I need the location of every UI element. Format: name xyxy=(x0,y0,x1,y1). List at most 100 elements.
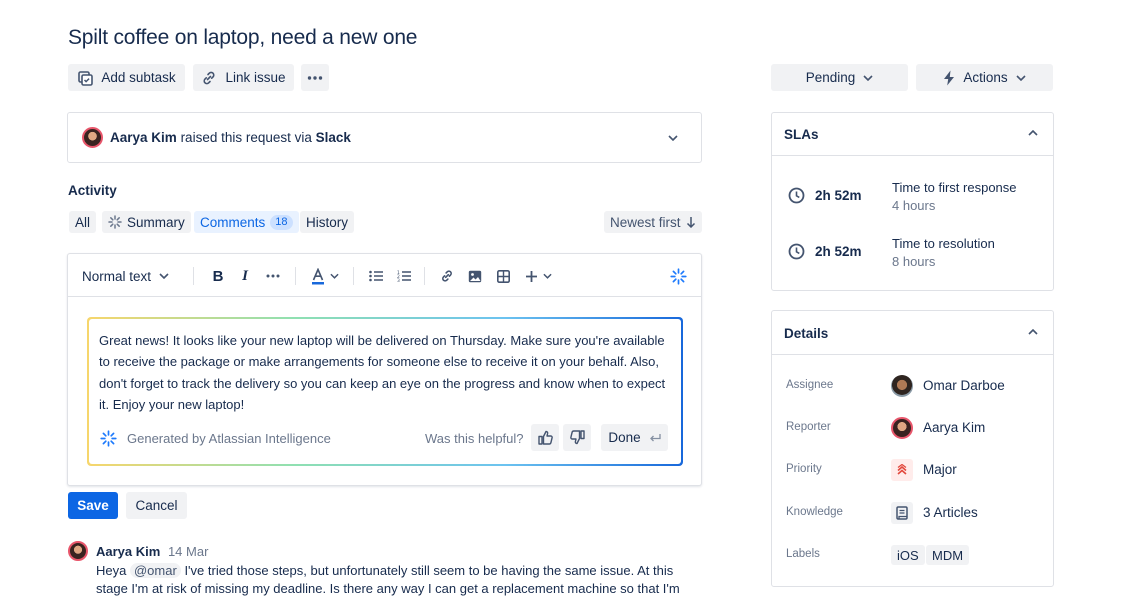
details-heading: Details xyxy=(784,326,829,341)
label-tag[interactable]: MDM xyxy=(926,545,970,565)
insert-plus-icon[interactable] xyxy=(523,265,553,287)
actions-label: Actions xyxy=(963,70,1008,85)
cancel-button[interactable]: Cancel xyxy=(126,492,187,519)
activity-heading: Activity xyxy=(68,183,117,198)
status-dropdown[interactable]: Pending xyxy=(771,64,908,91)
more-actions-button[interactable] xyxy=(301,64,329,91)
ai-generated-text[interactable]: Great news! It looks like your new lapto… xyxy=(99,330,671,415)
chevron-up-icon[interactable] xyxy=(1028,130,1038,136)
link-issue-label: Link issue xyxy=(225,70,286,85)
comment-body-line-2: stage I'm at risk of missing my deadline… xyxy=(96,581,680,596)
done-button[interactable]: Done xyxy=(601,424,668,451)
comment-body-line-1: I've tried those steps, but unfortunatel… xyxy=(184,563,674,578)
thumbs-down-button[interactable] xyxy=(563,424,591,451)
avatar xyxy=(82,127,103,148)
helpful-prompt: Was this helpful? xyxy=(425,431,524,446)
bold-icon[interactable]: B xyxy=(210,266,226,286)
filter-all[interactable]: All xyxy=(69,211,97,233)
svg-text:3: 3 xyxy=(397,278,400,282)
book-icon xyxy=(891,502,913,524)
more-formatting-icon[interactable] xyxy=(264,266,282,286)
reporter-label: Reporter xyxy=(786,421,831,433)
request-channel: Slack xyxy=(315,130,351,145)
chevron-up-icon[interactable] xyxy=(1028,329,1038,335)
enter-key-icon xyxy=(649,433,661,443)
subtask-icon xyxy=(77,70,94,86)
clock-icon xyxy=(788,243,805,260)
knowledge-label: Knowledge xyxy=(786,506,843,518)
thumbs-up-icon xyxy=(537,430,553,445)
toolbar-separator xyxy=(295,267,296,285)
sla-goal: 8 hours xyxy=(892,254,936,269)
actions-dropdown[interactable]: Actions xyxy=(916,64,1053,91)
sla-goal: 4 hours xyxy=(892,198,936,213)
sla-label: Time to resolution xyxy=(892,236,995,251)
chevron-down-icon[interactable] xyxy=(668,135,678,141)
comment-line-1: Heya @omar I've tried those steps, but u… xyxy=(96,563,673,578)
request-summary-card[interactable]: Aarya Kim raised this request via Slack xyxy=(67,112,702,163)
toolbar-separator xyxy=(424,267,425,285)
comment-greeting: Heya xyxy=(96,563,127,578)
comments-count-badge: 18 xyxy=(270,214,293,230)
bullet-list-icon[interactable] xyxy=(368,266,384,286)
text-style-label: Normal text xyxy=(82,268,152,284)
more-icon xyxy=(307,75,323,80)
panel-divider xyxy=(772,155,1053,156)
toolbar-separator xyxy=(353,267,354,285)
image-icon[interactable] xyxy=(467,266,483,286)
avatar xyxy=(68,541,88,561)
priority-label: Priority xyxy=(786,463,822,475)
save-button[interactable]: Save xyxy=(68,492,118,519)
slas-panel: SLAs 2h 52m Time to first response 4 hou… xyxy=(771,112,1054,291)
lightning-icon xyxy=(943,70,955,86)
reporter-value[interactable]: Aarya Kim xyxy=(923,420,985,435)
add-subtask-button[interactable]: Add subtask xyxy=(68,64,185,91)
link-icon xyxy=(201,70,217,86)
clock-icon xyxy=(788,187,805,204)
ai-suggestion-box: Great news! It looks like your new lapto… xyxy=(87,317,683,466)
slas-heading: SLAs xyxy=(784,127,819,142)
text-color-icon[interactable] xyxy=(310,265,340,287)
issue-title: Spilt coffee on laptop, need a new one xyxy=(68,26,418,49)
comment-date: 14 Mar xyxy=(167,544,209,559)
mention-chip[interactable]: @omar xyxy=(129,563,181,578)
sort-label: Newest first xyxy=(610,214,681,230)
ai-sparkle-icon xyxy=(100,430,117,447)
labels-label: Labels xyxy=(786,548,820,560)
add-subtask-label: Add subtask xyxy=(101,70,176,85)
priority-value[interactable]: Major xyxy=(923,462,957,477)
filter-comments-label: Comments xyxy=(200,214,266,230)
reporter-name: Aarya Kim xyxy=(110,130,177,145)
sort-button[interactable]: Newest first xyxy=(604,211,702,233)
italic-icon[interactable]: I xyxy=(237,266,253,286)
priority-major-icon xyxy=(891,459,913,481)
filter-summary-label: Summary xyxy=(127,214,185,230)
sla-time: 2h 52m xyxy=(815,188,862,203)
arrow-down-icon xyxy=(686,216,696,228)
done-label: Done xyxy=(608,430,641,445)
ai-sparkle-icon xyxy=(108,215,122,229)
link-issue-button[interactable]: Link issue xyxy=(193,64,294,91)
table-icon[interactable] xyxy=(495,266,511,286)
label-tag[interactable]: iOS xyxy=(891,545,925,565)
toolbar-separator xyxy=(193,267,194,285)
avatar xyxy=(891,417,913,439)
ai-sparkle-icon[interactable] xyxy=(668,266,688,286)
request-via-text: raised this request via xyxy=(180,130,312,145)
thumbs-up-button[interactable] xyxy=(531,424,559,451)
filter-history[interactable]: History xyxy=(300,211,355,233)
link-icon[interactable] xyxy=(439,266,455,286)
filter-comments[interactable]: Comments 18 xyxy=(194,211,299,233)
request-text: Aarya Kim raised this request via Slack xyxy=(110,130,351,145)
knowledge-value[interactable]: 3 Articles xyxy=(923,505,978,520)
text-style-dropdown[interactable]: Normal text xyxy=(82,266,169,286)
status-label: Pending xyxy=(805,70,856,85)
chevron-down-icon xyxy=(863,74,873,81)
numbered-list-icon[interactable]: 123 xyxy=(396,266,412,286)
comment-author[interactable]: Aarya Kim xyxy=(96,544,160,559)
sla-label: Time to first response xyxy=(892,180,1017,195)
filter-summary[interactable]: Summary xyxy=(102,211,191,233)
assignee-label: Assignee xyxy=(786,379,834,391)
assignee-value[interactable]: Omar Darboe xyxy=(923,378,1005,393)
chevron-down-icon xyxy=(1016,74,1026,81)
